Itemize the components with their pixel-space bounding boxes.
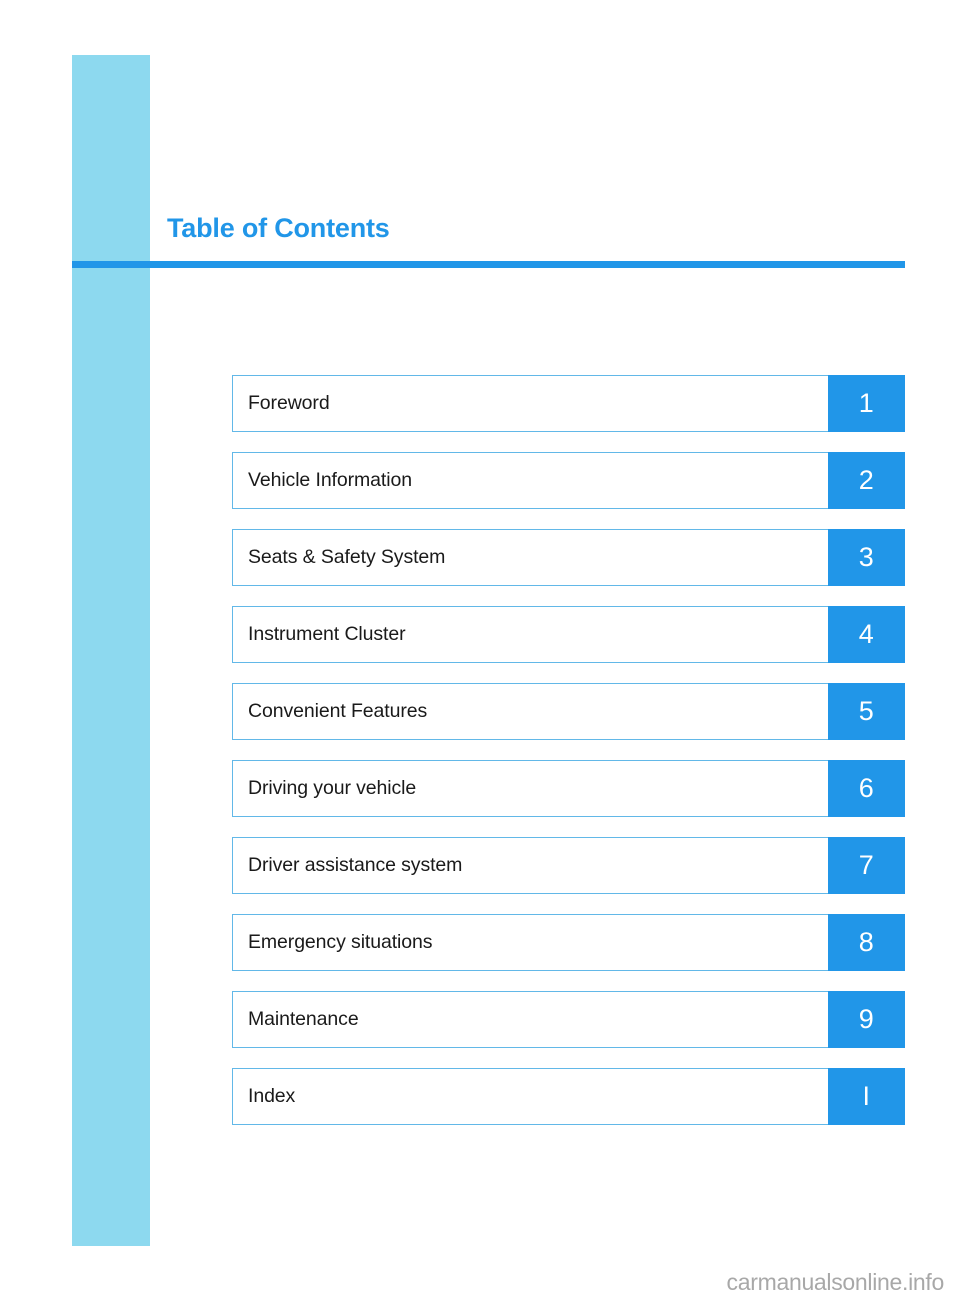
toc-entry-maintenance[interactable]: Maintenance 9 bbox=[232, 991, 905, 1048]
toc-entry-label: Convenient Features bbox=[248, 699, 428, 722]
toc-entry-tab[interactable]: 8 bbox=[828, 914, 905, 971]
title-divider-rule bbox=[72, 261, 905, 268]
decorative-side-band bbox=[72, 55, 150, 1246]
toc-entry-marker: 8 bbox=[858, 927, 875, 957]
toc-entry-tab[interactable]: I bbox=[828, 1068, 905, 1125]
toc-entry-seats-safety-system[interactable]: Seats & Safety System 3 bbox=[232, 529, 905, 586]
toc-entry-label-box[interactable]: Vehicle Information bbox=[232, 452, 828, 509]
toc-entry-label: Driver assistance system bbox=[248, 853, 463, 876]
toc-entry-label-box[interactable]: Driving your vehicle bbox=[232, 760, 828, 817]
toc-entry-tab[interactable]: 3 bbox=[828, 529, 905, 586]
toc-entry-marker: 5 bbox=[858, 696, 875, 726]
toc-entry-marker: 4 bbox=[858, 619, 875, 649]
toc-entry-index[interactable]: Index I bbox=[232, 1068, 905, 1125]
toc-entry-label: Vehicle Information bbox=[248, 468, 412, 491]
toc-entry-label-box[interactable]: Instrument Cluster bbox=[232, 606, 828, 663]
toc-entry-marker: 9 bbox=[858, 1004, 875, 1034]
toc-entry-instrument-cluster[interactable]: Instrument Cluster 4 bbox=[232, 606, 905, 663]
toc-entry-label-box[interactable]: Index bbox=[232, 1068, 828, 1125]
toc-entry-label-box[interactable]: Convenient Features bbox=[232, 683, 828, 740]
toc-entry-label: Seats & Safety System bbox=[248, 545, 446, 568]
toc-entry-label-box[interactable]: Seats & Safety System bbox=[232, 529, 828, 586]
toc-entry-tab[interactable]: 4 bbox=[828, 606, 905, 663]
toc-entry-driving-your-vehicle[interactable]: Driving your vehicle 6 bbox=[232, 760, 905, 817]
site-watermark: carmanualsonline.info bbox=[726, 1269, 945, 1295]
toc-entry-tab[interactable]: 1 bbox=[828, 375, 905, 432]
toc-entry-label-box[interactable]: Maintenance bbox=[232, 991, 828, 1048]
toc-entry-emergency-situations[interactable]: Emergency situations 8 bbox=[232, 914, 905, 971]
toc-entry-tab[interactable]: 2 bbox=[828, 452, 905, 509]
table-of-contents-list: Foreword 1 Vehicle Information 2 Seats &… bbox=[232, 375, 905, 1125]
toc-entry-label-box[interactable]: Driver assistance system bbox=[232, 837, 828, 894]
toc-entry-tab[interactable]: 6 bbox=[828, 760, 905, 817]
toc-entry-label: Driving your vehicle bbox=[248, 776, 417, 799]
toc-entry-marker: 7 bbox=[858, 850, 875, 880]
toc-entry-vehicle-information[interactable]: Vehicle Information 2 bbox=[232, 452, 905, 509]
toc-entry-marker: I bbox=[862, 1081, 871, 1111]
toc-entry-tab[interactable]: 9 bbox=[828, 991, 905, 1048]
toc-entry-tab[interactable]: 5 bbox=[828, 683, 905, 740]
toc-entry-label: Foreword bbox=[248, 391, 330, 414]
toc-entry-label: Index bbox=[248, 1084, 296, 1107]
toc-entry-convenient-features[interactable]: Convenient Features 5 bbox=[232, 683, 905, 740]
toc-entry-marker: 1 bbox=[858, 388, 875, 418]
toc-entry-label-box[interactable]: Foreword bbox=[232, 375, 828, 432]
toc-entry-label-box[interactable]: Emergency situations bbox=[232, 914, 828, 971]
page-title: Table of Contents bbox=[167, 213, 390, 243]
toc-page: Table of Contents Foreword 1 Vehicle Inf… bbox=[0, 0, 960, 1302]
toc-entry-tab[interactable]: 7 bbox=[828, 837, 905, 894]
toc-entry-label: Instrument Cluster bbox=[248, 622, 406, 645]
toc-entry-foreword[interactable]: Foreword 1 bbox=[232, 375, 905, 432]
toc-entry-label: Maintenance bbox=[248, 1007, 359, 1030]
toc-entry-label: Emergency situations bbox=[248, 930, 433, 953]
toc-entry-marker: 6 bbox=[858, 773, 875, 803]
toc-entry-marker: 2 bbox=[858, 465, 875, 495]
toc-entry-driver-assistance-system[interactable]: Driver assistance system 7 bbox=[232, 837, 905, 894]
toc-entry-marker: 3 bbox=[858, 542, 875, 572]
